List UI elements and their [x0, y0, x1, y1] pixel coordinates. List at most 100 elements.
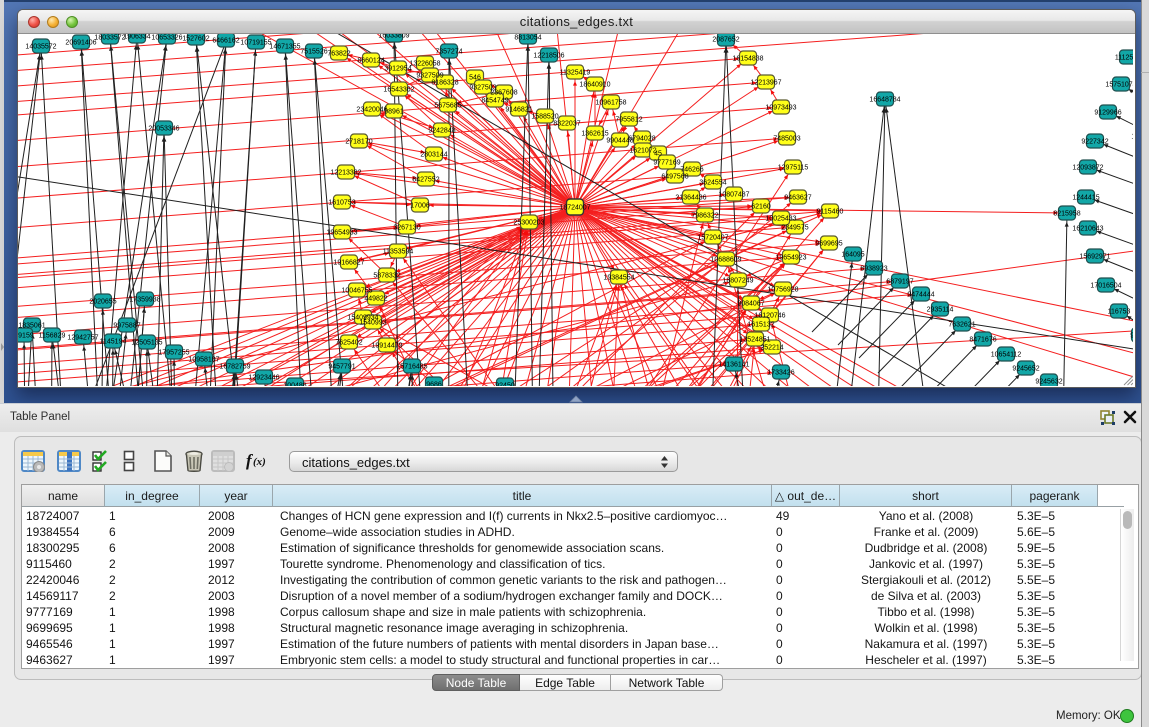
- svg-text:6879197: 6879197: [886, 279, 913, 286]
- svg-text:1527602: 1527602: [182, 36, 209, 43]
- svg-text:449822: 449822: [364, 296, 387, 303]
- svg-text:9242848: 9242848: [428, 128, 455, 135]
- svg-text:116753: 116753: [1108, 309, 1131, 316]
- svg-text:2718170: 2718170: [345, 139, 372, 146]
- svg-text:19914479: 19914479: [371, 343, 402, 350]
- svg-text:9686: 9686: [426, 382, 442, 387]
- svg-text:98961: 98961: [384, 109, 404, 116]
- svg-text:1540993: 1540993: [359, 320, 386, 327]
- svg-text:6497568: 6497568: [661, 174, 688, 181]
- svg-text:17016504: 17016504: [1090, 283, 1121, 290]
- svg-text:7955812: 7955812: [615, 117, 642, 124]
- svg-text:14671355: 14671355: [269, 44, 300, 51]
- svg-text:17006: 17006: [410, 203, 430, 210]
- svg-text:121003: 121003: [1131, 134, 1133, 141]
- svg-text:9777169: 9777169: [653, 160, 680, 167]
- svg-text:8186328: 8186328: [431, 80, 458, 87]
- svg-text:763822: 763822: [327, 51, 350, 58]
- svg-text:9129966: 9129966: [1094, 110, 1121, 117]
- svg-text:12505135: 12505135: [131, 340, 162, 347]
- svg-text:2367608: 2367608: [490, 90, 517, 97]
- svg-text:18640910: 18640910: [579, 82, 610, 89]
- svg-text:7357274: 7357274: [435, 49, 462, 56]
- svg-text:1145194: 1145194: [100, 339, 127, 346]
- svg-text:9245632: 9245632: [1035, 379, 1062, 386]
- svg-text:8813054: 8813054: [514, 35, 541, 42]
- svg-text:18724007: 18724007: [559, 205, 590, 212]
- svg-text:12218506: 12218506: [533, 53, 564, 60]
- svg-text:10756928: 10756928: [767, 287, 798, 294]
- svg-text:15692971: 15692971: [1079, 254, 1110, 261]
- svg-text:9975887: 9975887: [113, 323, 140, 330]
- svg-text:2020655: 2020655: [89, 299, 116, 306]
- svg-text:3267130: 3267130: [393, 225, 420, 232]
- svg-text:252214: 252214: [760, 345, 783, 352]
- svg-text:12213967: 12213967: [750, 80, 781, 87]
- svg-text:8938923: 8938923: [860, 266, 887, 273]
- svg-text:12213382: 12213382: [330, 170, 361, 177]
- svg-text:10961758: 10961758: [595, 100, 626, 107]
- svg-text:9146821: 9146821: [505, 107, 532, 114]
- svg-text:16782759: 16782759: [219, 364, 250, 371]
- svg-text:8215958: 8215958: [1053, 211, 1080, 218]
- svg-text:5675685: 5675685: [434, 103, 461, 110]
- svg-text:8454749: 8454749: [481, 98, 508, 105]
- svg-text:9457791: 9457791: [328, 364, 355, 371]
- svg-text:8471676: 8471676: [969, 337, 996, 344]
- svg-text:14136141: 14136141: [718, 362, 749, 369]
- svg-text:7625402: 7625402: [335, 340, 362, 347]
- svg-text:15751074: 15751074: [1105, 82, 1133, 89]
- svg-text:2349575: 2349575: [781, 225, 808, 232]
- svg-text:1906334: 1906334: [123, 34, 150, 41]
- svg-text:1588520: 1588520: [531, 114, 558, 121]
- svg-text:9474444: 9474444: [907, 292, 934, 299]
- svg-text:92450: 92450: [1130, 333, 1133, 340]
- svg-text:14035572: 14035572: [25, 44, 56, 51]
- svg-text:1244415: 1244415: [1072, 195, 1099, 202]
- svg-text:164095: 164095: [841, 252, 864, 259]
- svg-text:2803144: 2803144: [420, 152, 447, 159]
- svg-text:8322037: 8322037: [553, 121, 580, 128]
- svg-text:100488: 100488: [283, 383, 306, 387]
- svg-text:10719155: 10719155: [240, 40, 271, 47]
- svg-text:546: 546: [469, 75, 481, 82]
- svg-text:15716485: 15716485: [396, 364, 427, 371]
- svg-text:6466162: 6466162: [212, 38, 239, 45]
- svg-text:9084067: 9084067: [737, 301, 764, 308]
- svg-text:19654923: 19654923: [775, 255, 806, 262]
- svg-text:12093872: 12093872: [1072, 165, 1103, 172]
- svg-text:16210643: 16210643: [1072, 226, 1103, 233]
- svg-text:10958107: 10958107: [188, 357, 219, 364]
- svg-text:17359938: 17359938: [129, 297, 160, 304]
- svg-text:10654112: 10654112: [991, 352, 1022, 359]
- svg-text:10025433: 10025433: [765, 216, 796, 223]
- svg-text:62160: 62160: [751, 204, 771, 211]
- svg-text:1615132: 1615132: [747, 322, 774, 329]
- svg-text:1156829: 1156829: [39, 333, 66, 340]
- svg-text:1362615: 1362615: [581, 131, 608, 138]
- svg-text:20053346: 20053346: [148, 126, 179, 133]
- svg-text:7485003: 7485003: [773, 136, 800, 143]
- svg-text:2935114: 2935114: [927, 307, 954, 314]
- svg-text:9699695: 9699695: [815, 241, 842, 248]
- svg-text:9327509: 9327509: [416, 73, 443, 80]
- svg-text:12942757: 12942757: [67, 335, 98, 342]
- svg-text:16033809: 16033809: [378, 34, 409, 40]
- svg-text:11325419: 11325419: [560, 70, 591, 77]
- svg-text:45: 45: [654, 151, 662, 158]
- svg-text:21364436: 21364436: [675, 195, 706, 202]
- svg-text:12975115: 12975115: [778, 165, 809, 172]
- svg-text:19166827: 19166827: [333, 260, 364, 267]
- svg-text:20691406: 20691406: [65, 40, 96, 47]
- svg-text:16543362: 16543362: [383, 87, 414, 94]
- svg-text:1610753: 1610753: [328, 200, 355, 207]
- svg-text:746266: 746266: [680, 167, 703, 174]
- svg-text:5878332: 5878332: [373, 273, 400, 280]
- svg-text:10973493: 10973493: [765, 105, 796, 112]
- svg-text:10653326: 10653326: [151, 35, 182, 42]
- svg-text:10807487: 10807487: [718, 192, 749, 199]
- svg-text:16648784: 16648784: [869, 97, 900, 104]
- svg-text:1835061: 1835061: [18, 323, 45, 330]
- svg-text:6794028: 6794028: [628, 136, 655, 143]
- svg-text:18033572: 18033572: [94, 35, 125, 42]
